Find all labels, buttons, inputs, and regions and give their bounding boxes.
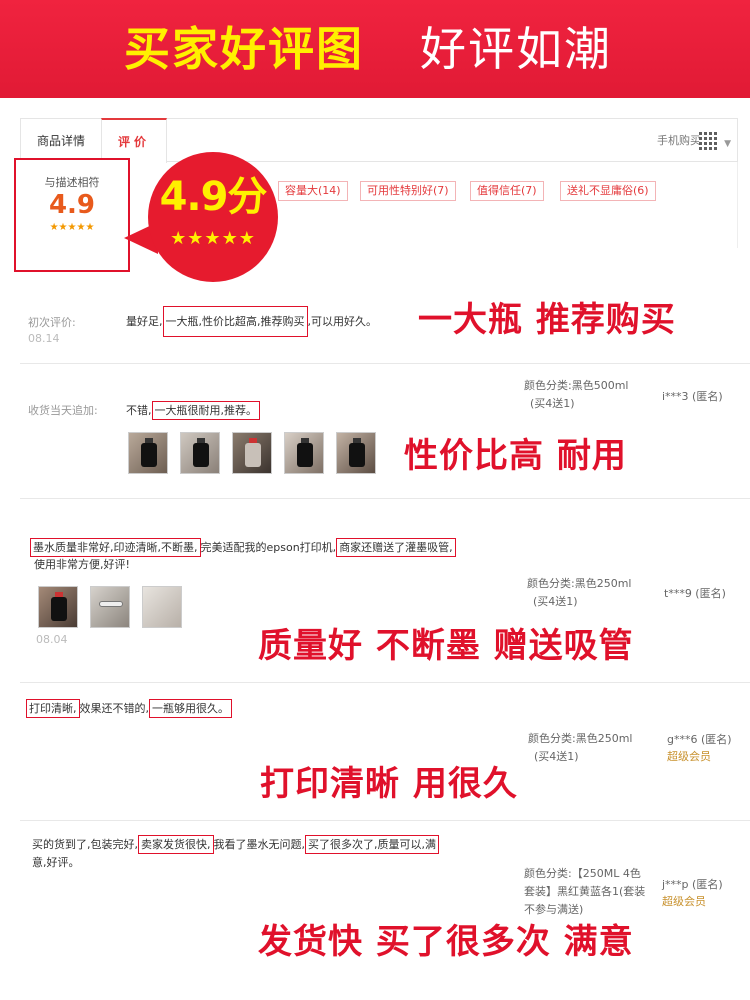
member-badge: 超级会员 bbox=[667, 750, 711, 763]
review-tag[interactable]: 容量大(14) bbox=[278, 181, 348, 201]
rating-stars: ★★★★★ bbox=[49, 222, 95, 233]
review-photo[interactable] bbox=[142, 586, 182, 628]
reviewer-name: j***p (匿名) bbox=[662, 878, 723, 891]
qr-code-icon[interactable] bbox=[699, 132, 717, 150]
divider bbox=[20, 498, 750, 499]
banner-title-praise: 好评如潮 bbox=[420, 22, 612, 76]
review-tag[interactable]: 值得信任(7) bbox=[470, 181, 544, 201]
review-date: 08.14 bbox=[28, 332, 60, 345]
reviewer-name: i***3 (匿名) bbox=[662, 390, 723, 403]
tab-product-details[interactable]: 商品详情 bbox=[21, 119, 101, 162]
color-category-line: 不参与满送) bbox=[524, 903, 584, 916]
review-caption: 打印清晰 用很久 bbox=[260, 764, 518, 804]
review-text-part: 不错, bbox=[126, 404, 152, 417]
chevron-down-icon[interactable]: ▼ bbox=[724, 139, 731, 149]
review-highlight: 一大瓶很耐用,推荐。 bbox=[151, 401, 260, 420]
review-text: 打印清晰, 效果还不错的, 一瓶够用很久。 bbox=[26, 699, 232, 719]
mobile-buy-link[interactable]: 手机购买 bbox=[657, 119, 701, 163]
review-photo[interactable] bbox=[336, 432, 376, 474]
review-highlight: 打印清晰, bbox=[26, 699, 80, 718]
review-text-part: 我看了墨水无问题, bbox=[213, 838, 306, 851]
reviewer-name: g***6 (匿名) bbox=[667, 733, 732, 746]
review-photo[interactable] bbox=[180, 432, 220, 474]
review-text-part: 买的货到了,包装完好, bbox=[32, 838, 138, 851]
tab-reviews[interactable]: 评价 bbox=[101, 118, 167, 163]
member-badge: 超级会员 bbox=[662, 895, 706, 908]
divider bbox=[20, 682, 750, 683]
color-category: 颜色分类:黑色500ml bbox=[524, 379, 629, 392]
review-text: 意,好评。 bbox=[32, 856, 80, 869]
review-text-part: 完美适配我的epson打印机, bbox=[200, 541, 337, 554]
review-photo[interactable] bbox=[38, 586, 78, 628]
reviewer-name: t***9 (匿名) bbox=[664, 587, 726, 600]
bubble-score: 4.9分 bbox=[159, 174, 268, 220]
review-caption: 质量好 不断墨 赠送吸管 bbox=[258, 626, 634, 666]
review-photo[interactable] bbox=[90, 586, 130, 628]
color-category: 颜色分类:黑色250ml bbox=[528, 732, 633, 745]
rating-label: 与描述相符 bbox=[44, 176, 100, 189]
review-page: { "banner": {"title_a": "买家好评图", "title_… bbox=[0, 0, 750, 1000]
tab-bar: 商品详情 评价 手机购买 ▼ bbox=[20, 118, 738, 163]
review-text-part: ,可以用好久。 bbox=[307, 315, 378, 328]
color-category-line: 套装】黑红黄蓝各1(套装 bbox=[524, 885, 646, 898]
review-text: 不错, 一大瓶很耐用,推荐。 bbox=[126, 401, 260, 421]
review-caption: 发货快 买了很多次 满意 bbox=[258, 922, 634, 962]
bubble-stars: ★★★★★ bbox=[170, 228, 256, 249]
review-caption: 一大瓶 推荐购买 bbox=[418, 300, 676, 340]
divider bbox=[20, 363, 750, 364]
review-text: 使用非常方便,好评! bbox=[34, 558, 130, 571]
bundle-label: (买4送1) bbox=[530, 397, 575, 410]
review-tag[interactable]: 送礼不显庸俗(6) bbox=[560, 181, 656, 201]
review-highlight: 卖家发货很快, bbox=[138, 835, 214, 854]
review-caption: 性价比高 耐用 bbox=[404, 436, 627, 476]
bundle-label: (买4送1) bbox=[534, 750, 579, 763]
review-photo[interactable] bbox=[232, 432, 272, 474]
review-photo[interactable] bbox=[284, 432, 324, 474]
review-text: 买的货到了,包装完好, 卖家发货很快, 我看了墨水无问题, 买了很多次了,质量可以,满 bbox=[32, 835, 439, 855]
review-label: 初次评价: bbox=[28, 316, 76, 329]
review-highlight: 一瓶够用很久。 bbox=[149, 699, 232, 718]
review-date: 08.04 bbox=[36, 633, 68, 646]
divider bbox=[20, 820, 750, 821]
review-highlight: 商家还赠送了灌墨吸管, bbox=[336, 538, 456, 557]
review-text: 量好足, 一大瓶,性价比超高,推荐购买 ,可以用好久。 bbox=[126, 306, 378, 337]
review-highlight: 买了很多次了,质量可以,满 bbox=[305, 835, 439, 854]
review-text-part: 量好足, bbox=[126, 315, 163, 328]
review-photo[interactable] bbox=[128, 432, 168, 474]
color-category: 颜色分类:黑色250ml bbox=[527, 577, 632, 590]
rating-summary-box: 与描述相符 4.9 ★★★★★ bbox=[14, 158, 130, 272]
color-category-line: 颜色分类:【250ML 4色 bbox=[524, 867, 641, 880]
banner-title-buyer-photos: 买家好评图 bbox=[124, 22, 364, 76]
header-banner bbox=[0, 0, 750, 98]
rating-score: 4.9 bbox=[48, 190, 96, 220]
review-tag[interactable]: 可用性特别好(7) bbox=[360, 181, 456, 201]
review-text-part: 效果还不错的, bbox=[79, 702, 150, 715]
review-highlight: 一大瓶,性价比超高,推荐购买 bbox=[162, 306, 308, 337]
review-label: 收货当天追加: bbox=[28, 404, 98, 417]
bundle-label: (买4送1) bbox=[533, 595, 578, 608]
